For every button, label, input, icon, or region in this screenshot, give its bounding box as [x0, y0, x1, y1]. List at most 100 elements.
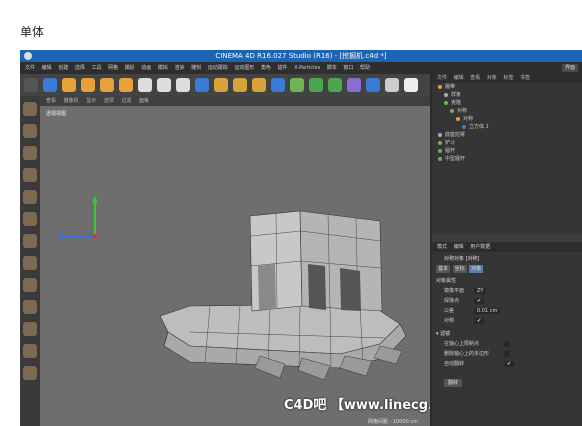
render-view-icon[interactable]: [214, 78, 228, 92]
menu-item[interactable]: 工具: [91, 65, 101, 71]
object-row[interactable]: 对称: [432, 115, 582, 123]
model-mode-icon[interactable]: [23, 124, 37, 138]
array-icon[interactable]: [328, 78, 342, 92]
deformer-icon[interactable]: [347, 78, 361, 92]
z-axis-icon[interactable]: [176, 78, 190, 92]
edges-mode-icon[interactable]: [23, 212, 37, 226]
menu-item[interactable]: 捕捉: [125, 65, 135, 71]
menu-item[interactable]: 渲染: [174, 65, 184, 71]
menu-item[interactable]: 动画: [141, 65, 151, 71]
y-axis-icon[interactable]: [157, 78, 171, 92]
subsection-title[interactable]: ▾ 滤镜: [436, 330, 582, 337]
scale-icon[interactable]: [81, 78, 95, 92]
tab-coord[interactable]: 坐标: [452, 265, 467, 273]
undo-icon[interactable]: [24, 78, 38, 92]
menu-item[interactable]: X-Particles: [294, 65, 320, 71]
object-menu-item[interactable]: 编辑: [454, 75, 464, 81]
attribute-label: 对称: [444, 318, 455, 324]
axis-mode-icon[interactable]: [23, 256, 37, 270]
menu-item[interactable]: 模拟: [158, 65, 168, 71]
viewport-menu-item[interactable]: 选项: [104, 98, 114, 104]
magnet-icon[interactable]: [23, 322, 37, 336]
object-row[interactable]: 对称: [432, 107, 582, 115]
menu-item[interactable]: 创建: [58, 65, 68, 71]
object-name: 样条: [451, 92, 462, 98]
lock-workplane-icon[interactable]: [23, 344, 37, 358]
object-type-icon: [438, 149, 442, 153]
option-checkbox[interactable]: ✔: [504, 361, 515, 367]
tweak-mode-icon[interactable]: [23, 278, 37, 292]
object-manager-menu: 文件 编辑 查看 对象 标签 书签: [432, 74, 582, 83]
pen-icon[interactable]: [290, 78, 304, 92]
object-menu-item[interactable]: 文件: [437, 75, 447, 81]
viewport-menu-item[interactable]: 显示: [86, 98, 96, 104]
cube-icon[interactable]: [271, 78, 285, 92]
object-row[interactable]: 中型履杆: [432, 155, 582, 163]
rotate-icon[interactable]: [100, 78, 114, 92]
attribute-value[interactable]: ✔: [474, 298, 485, 304]
move-icon[interactable]: [62, 78, 76, 92]
option-checkbox[interactable]: [504, 341, 510, 347]
attribute-value[interactable]: 0.01 cm: [474, 308, 501, 314]
object-row[interactable]: 履杆: [432, 147, 582, 155]
menu-item[interactable]: 帮助: [360, 65, 370, 71]
object-row[interactable]: 样条: [432, 91, 582, 99]
polygons-mode-icon[interactable]: [23, 234, 37, 248]
attribute-menu-item[interactable]: 用户数据: [470, 244, 490, 250]
attribute-value[interactable]: ZY: [474, 288, 487, 294]
attribute-value[interactable]: ✔: [474, 318, 485, 324]
workplane-icon[interactable]: [23, 168, 37, 182]
points-mode-icon[interactable]: [23, 190, 37, 204]
attribute-manager: 模式 编辑 用户数据 对称对象 [对称] 基本 坐标 对象 对象属性 镜像平面 Z…: [432, 242, 582, 426]
menu-item[interactable]: 窗口: [343, 65, 353, 71]
object-row[interactable]: 克隆: [432, 99, 582, 107]
floor-icon[interactable]: [366, 78, 380, 92]
object-row[interactable]: 铲斗: [432, 139, 582, 147]
object-row[interactable]: 立方体.1: [432, 123, 582, 131]
planar-workplane-icon[interactable]: [23, 366, 37, 380]
object-menu-item[interactable]: 标签: [503, 75, 513, 81]
option-checkbox[interactable]: [504, 351, 510, 357]
object-row[interactable]: 履带: [432, 83, 582, 91]
x-axis-icon[interactable]: [138, 78, 152, 92]
render-picture-viewer-icon[interactable]: [233, 78, 247, 92]
perspective-viewport[interactable]: 透视视图: [40, 106, 430, 426]
menu-item[interactable]: 雕刻: [191, 65, 201, 71]
recent-tool-icon[interactable]: [119, 78, 133, 92]
viewport-menu-item[interactable]: 过滤: [121, 98, 131, 104]
menu-item[interactable]: 编辑: [42, 65, 52, 71]
light-icon[interactable]: [404, 78, 418, 92]
flip-button[interactable]: 翻转: [444, 379, 463, 387]
viewport-scene: [57, 196, 407, 381]
menu-item[interactable]: 运动跟踪: [208, 65, 228, 71]
tab-basic[interactable]: 基本: [436, 265, 451, 273]
tab-object[interactable]: 对象: [469, 265, 484, 273]
select-arrow-icon[interactable]: [43, 78, 57, 92]
attribute-menu-item[interactable]: 编辑: [454, 244, 464, 250]
make-editable-icon[interactable]: [23, 102, 37, 116]
menu-item[interactable]: 选择: [75, 65, 85, 71]
camera-icon[interactable]: [385, 78, 399, 92]
coordinate-system-icon[interactable]: [195, 78, 209, 92]
menu-item[interactable]: 运动图形: [234, 65, 254, 71]
viewport-menu-item[interactable]: 面板: [139, 98, 149, 104]
object-row[interactable]: 底座挖臂: [432, 131, 582, 139]
viewport-menu-item[interactable]: 摄像机: [64, 98, 79, 104]
section-title: 对象属性: [436, 278, 457, 284]
menu-item[interactable]: 文件: [25, 65, 35, 71]
viewport-menu-item[interactable]: 查看: [46, 98, 56, 104]
subdivision-icon[interactable]: [309, 78, 323, 92]
menu-item[interactable]: 脚本: [327, 65, 337, 71]
texture-mode-icon[interactable]: [23, 146, 37, 160]
layout-selector[interactable]: 界面: [561, 64, 578, 72]
render-settings-icon[interactable]: [252, 78, 266, 92]
menu-item[interactable]: 插件: [278, 65, 288, 71]
object-menu-item[interactable]: 书签: [520, 75, 530, 81]
object-menu-item[interactable]: 对象: [487, 75, 497, 81]
snap-icon[interactable]: [23, 300, 37, 314]
attribute-menu-item[interactable]: 模式: [437, 244, 447, 250]
menu-item[interactable]: 网格: [108, 65, 118, 71]
menu-item[interactable]: 角色: [261, 65, 271, 71]
object-menu-item[interactable]: 查看: [470, 75, 480, 81]
menu-bar: 文件 编辑 创建 选择 工具 网格 捕捉 动画 模拟 渲染 雕刻 运动跟踪 运动…: [20, 62, 582, 74]
